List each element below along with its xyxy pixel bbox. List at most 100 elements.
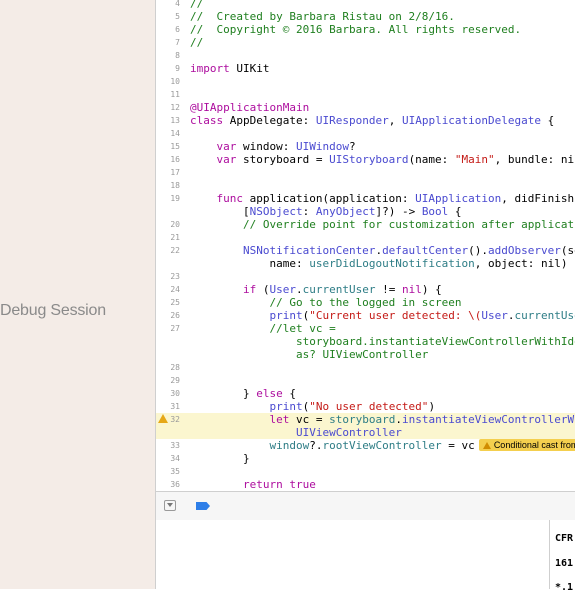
code-text: if (User.currentUser != nil) {: [190, 283, 442, 296]
code-text: // Override point for customization afte…: [242, 218, 575, 231]
code-line[interactable]: 6 // Copyright © 2016 Barbara. All rights…: [156, 23, 575, 36]
code-line[interactable]: 17: [156, 166, 575, 179]
code-text: let vc = storyboard.instantiateViewContr…: [190, 413, 575, 426]
code-line[interactable]: 7 //: [156, 36, 575, 49]
code-line[interactable]: 11: [156, 88, 575, 101]
code-line[interactable]: 16 var storyboard = UIStoryboard(name: "…: [156, 153, 575, 166]
line-number: 31: [170, 402, 180, 411]
code-line[interactable]: 10: [156, 75, 575, 88]
console-split-divider[interactable]: [549, 520, 550, 589]
code-line[interactable]: 9 import UIKit: [156, 62, 575, 75]
line-number: 15: [170, 142, 180, 151]
code-line[interactable]: 20 // Override point for customization a…: [156, 218, 575, 231]
code-line[interactable]: 22 NSNotificationCenter.defaultCenter().…: [156, 244, 575, 257]
code-line[interactable]: 31 print("No user detected"): [156, 400, 575, 413]
line-number: 33: [170, 441, 180, 450]
code-text: return true: [190, 478, 316, 491]
debug-navigator-pane: Debug Session: [0, 0, 155, 589]
code-line[interactable]: 12 @UIApplicationMain: [156, 101, 575, 114]
code-line[interactable]: 33 window?.rootViewController = vc Condit…: [156, 439, 575, 452]
line-number: 10: [170, 77, 180, 86]
code-line[interactable]: 32 let vc = storyboard.instantiateViewCo…: [156, 413, 575, 426]
console-area[interactable]: CFR 161 *.1: [156, 520, 575, 593]
code-text: }: [190, 452, 250, 465]
code-line[interactable]: 27 //let vc =: [156, 322, 575, 335]
line-number: 7: [175, 38, 180, 47]
warning-message: Conditional cast from 'UIViewController'…: [493, 440, 575, 450]
breakpoint-toggle-icon[interactable]: [196, 502, 210, 510]
line-number: 28: [170, 363, 180, 372]
debug-session-label: Debug Session: [0, 302, 106, 319]
line-number: 21: [170, 233, 180, 242]
code-text: //let vc =: [190, 322, 336, 335]
debug-bar: [156, 491, 575, 521]
hide-debug-area-button[interactable]: [164, 500, 176, 511]
line-number: 34: [170, 454, 180, 463]
line-number: 18: [170, 181, 180, 190]
line-number: 17: [170, 168, 180, 177]
code-line[interactable]: 15 var window: UIWindow?: [156, 140, 575, 153]
code-line[interactable]: [NSObject: AnyObject]?) -> Bool {: [156, 205, 575, 218]
code-line[interactable]: 23: [156, 270, 575, 283]
code-text: var storyboard = UIStoryboard(name: "Mai…: [190, 153, 575, 166]
code-text: [NSObject: AnyObject]?) -> Bool {: [190, 205, 462, 218]
code-text: name: userDidLogoutNotification, object:…: [190, 257, 568, 270]
code-line[interactable]: 19 func application(application: UIAppli…: [156, 192, 575, 205]
code-line[interactable]: 29: [156, 374, 575, 387]
line-number: 19: [170, 194, 180, 203]
code-line[interactable]: 24 if (User.currentUser != nil) {: [156, 283, 575, 296]
code-text: print("Current user detected: \(User.cur…: [190, 309, 575, 322]
code-line[interactable]: as? UIViewController: [156, 348, 575, 361]
line-number: 24: [170, 285, 180, 294]
code-line[interactable]: name: userDidLogoutNotification, object:…: [156, 257, 575, 270]
inline-warning-badge[interactable]: Conditional cast from 'UIViewController'…: [478, 439, 575, 451]
code-line[interactable]: 36 return true: [156, 478, 575, 491]
code-line[interactable]: 4 //: [156, 0, 575, 10]
line-number: 16: [170, 155, 180, 164]
line-number: 23: [170, 272, 180, 281]
line-number: 8: [175, 51, 180, 60]
code-line[interactable]: 13 class AppDelegate: UIResponder, UIAppl…: [156, 114, 575, 127]
line-number: 5: [175, 12, 180, 21]
code-text: // Created by Barbara Ristau on 2/8/16.: [190, 10, 455, 23]
code-line[interactable]: UIViewController: [156, 426, 575, 439]
code-line[interactable]: 25 // Go to the logged in screen: [156, 296, 575, 309]
code-line[interactable]: 14: [156, 127, 575, 140]
code-text: class AppDelegate: UIResponder, UIApplic…: [190, 114, 555, 127]
line-number: 12: [170, 103, 180, 112]
console-text: CFR: [555, 533, 574, 544]
code-text: @UIApplicationMain: [190, 101, 310, 114]
code-text: func application(application: UIApplicat…: [190, 192, 575, 205]
code-text: import UIKit: [190, 62, 270, 75]
code-text: storyboard.instantiateViewControllerWith…: [295, 335, 575, 348]
code-text: var window: UIWindow?: [190, 140, 356, 153]
code-line[interactable]: 30 } else {: [156, 387, 575, 400]
line-number: 32: [170, 415, 180, 424]
code-line[interactable]: 21: [156, 231, 575, 244]
line-number: 22: [170, 246, 180, 255]
code-text: // Copyright © 2016 Barbara. All rights …: [190, 23, 522, 36]
source-editor[interactable]: 4 // 5 // Created by Barbara Ristau on 2/8/…: [156, 0, 575, 491]
code-text: UIViewController: [190, 426, 402, 439]
code-line[interactable]: 8: [156, 49, 575, 62]
code-text: NSNotificationCenter.defaultCenter().add…: [190, 244, 575, 257]
code-line[interactable]: 5 // Created by Barbara Ristau on 2/8/16.: [156, 10, 575, 23]
line-number: 35: [170, 467, 180, 476]
line-number: 9: [175, 64, 180, 73]
line-number: 26: [170, 311, 180, 320]
line-number: 29: [170, 376, 180, 385]
code-line[interactable]: 28: [156, 361, 575, 374]
console-text: 161: [555, 558, 574, 569]
code-text: } else {: [190, 387, 296, 400]
code-text: //: [190, 36, 204, 49]
code-line[interactable]: 18: [156, 179, 575, 192]
code-line[interactable]: 26 print("Current user detected: \(User.…: [156, 309, 575, 322]
code-line[interactable]: 35: [156, 465, 575, 478]
code-line[interactable]: storyboard.instantiateViewControllerWith…: [156, 335, 575, 348]
line-number: 14: [170, 129, 180, 138]
code-line[interactable]: 34 }: [156, 452, 575, 465]
code-text: print("No user detected"): [190, 400, 436, 413]
code-text: window?.rootViewController = vc Condition…: [190, 439, 575, 452]
console-text: *.1: [555, 582, 574, 593]
line-number: 25: [170, 298, 180, 307]
